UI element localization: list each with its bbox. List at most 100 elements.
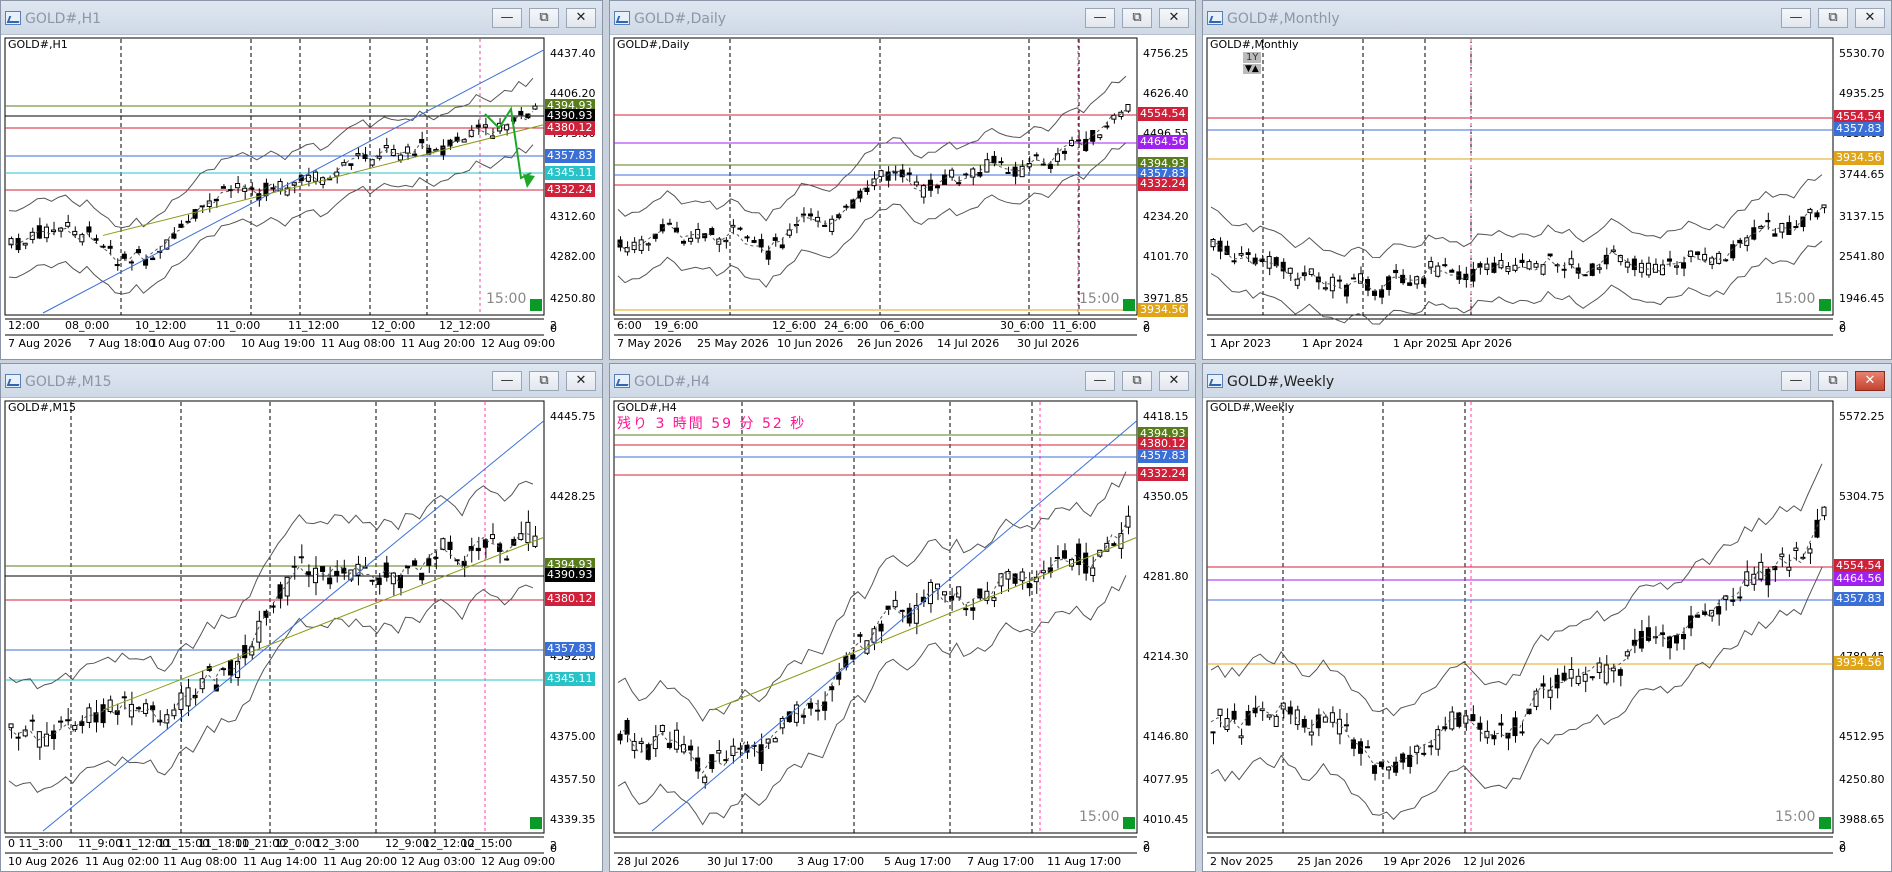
bar-countdown: 15:00 bbox=[1079, 291, 1120, 307]
minimize-button[interactable]: — bbox=[1085, 8, 1115, 28]
chart-plot-area[interactable]: GOLD#,Weekly5572.255304.755042.604780.45… bbox=[1205, 399, 1889, 869]
minimize-button[interactable]: — bbox=[1781, 8, 1811, 28]
date-axis-tick: 10 Aug 07:00 bbox=[151, 337, 226, 350]
window-title: GOLD#,Daily bbox=[634, 11, 727, 27]
chart-plot-area[interactable]: GOLD#,H14437.404406.204375.004343.804312… bbox=[3, 36, 600, 357]
candle bbox=[744, 236, 750, 239]
close-button[interactable]: ✕ bbox=[1159, 371, 1189, 391]
candle bbox=[878, 623, 884, 632]
time-axis-tick: 12_3:00 bbox=[315, 837, 360, 850]
restore-button[interactable]: ⧉ bbox=[1818, 8, 1848, 28]
chart-canvas[interactable] bbox=[1205, 399, 1891, 871]
candle bbox=[412, 153, 418, 156]
candle bbox=[1210, 731, 1216, 734]
candle bbox=[1702, 253, 1708, 261]
minimize-button[interactable]: — bbox=[492, 8, 522, 28]
chart-canvas[interactable] bbox=[612, 36, 1195, 359]
chart-canvas[interactable] bbox=[3, 399, 602, 871]
date-axis-tick: 30 Jul 2026 bbox=[1017, 337, 1080, 350]
chart-plot-area[interactable]: GOLD#,Monthly1Y▼▲5530.704935.254339.8037… bbox=[1205, 36, 1889, 357]
candle bbox=[1456, 712, 1462, 727]
candle bbox=[298, 556, 304, 559]
candle bbox=[1575, 675, 1581, 685]
chart-window-monthly[interactable]: GOLD#,Monthly — ⧉ ✕ GOLD#,Monthly 1Y ▼▲ 5530.70… bbox=[1202, 0, 1892, 360]
price-axis-tick: 0 bbox=[550, 842, 557, 855]
candle bbox=[1695, 251, 1701, 256]
candle bbox=[1463, 273, 1469, 281]
candle bbox=[1470, 714, 1476, 722]
candle bbox=[1758, 225, 1764, 229]
restore-button[interactable]: ⧉ bbox=[529, 8, 559, 28]
candle bbox=[1659, 264, 1665, 276]
candle bbox=[489, 534, 496, 540]
minimize-button[interactable]: — bbox=[1781, 371, 1811, 391]
candle bbox=[1428, 261, 1434, 268]
title-bar: GOLD#,H4 — ⧉ ✕ bbox=[610, 364, 1195, 398]
date-axis-tick: 11 Aug 17:00 bbox=[1047, 855, 1122, 868]
bar-countdown: 15:00 bbox=[1775, 809, 1816, 825]
close-button[interactable]: ✕ bbox=[1159, 8, 1189, 28]
time-axis-tick: 12_6:00 bbox=[772, 319, 817, 332]
candle bbox=[1245, 252, 1251, 256]
bollinger-lower bbox=[8, 584, 534, 793]
chart-canvas[interactable] bbox=[1205, 36, 1891, 359]
candle bbox=[1624, 261, 1630, 268]
trade-indicator bbox=[1123, 817, 1135, 829]
chart-window-h1[interactable]: GOLD#,H1—⧉✕GOLD#,H14437.404406.204375.00… bbox=[0, 0, 603, 360]
restore-button[interactable]: ⧉ bbox=[1122, 371, 1152, 391]
trade-indicator bbox=[1819, 817, 1831, 829]
candle bbox=[1421, 752, 1427, 755]
close-button[interactable]: ✕ bbox=[1855, 371, 1885, 391]
price-level-label: 4357.83 bbox=[545, 149, 595, 163]
date-axis-tick: 11 Aug 08:00 bbox=[321, 337, 396, 350]
candle bbox=[334, 570, 340, 576]
candle bbox=[645, 243, 651, 246]
date-axis-tick: 1 Apr 2026 bbox=[1451, 337, 1513, 350]
price-axis-tick: 4357.50 bbox=[550, 773, 596, 786]
candle bbox=[1793, 547, 1799, 551]
date-axis-tick: 12 Aug 09:00 bbox=[481, 337, 556, 350]
close-button[interactable]: ✕ bbox=[566, 371, 596, 391]
minimize-button[interactable]: — bbox=[1085, 371, 1115, 391]
candle bbox=[22, 242, 28, 246]
candle bbox=[645, 744, 651, 760]
chart-canvas[interactable] bbox=[3, 36, 602, 359]
candle bbox=[341, 567, 347, 574]
close-button[interactable]: ✕ bbox=[566, 8, 596, 28]
close-button[interactable]: ✕ bbox=[1855, 8, 1885, 28]
chart-window-weekly[interactable]: GOLD#,Weekly — ⧉ ✕ GOLD#,Weekly 5572.25 5304.7… bbox=[1202, 363, 1892, 872]
restore-button[interactable]: ⧉ bbox=[529, 371, 559, 391]
minimize-button[interactable]: — bbox=[492, 371, 522, 391]
time-axis-tick: 06_6:00 bbox=[880, 319, 925, 332]
candle bbox=[1040, 570, 1046, 574]
price-level-label: 4464.56 bbox=[1138, 135, 1188, 149]
candle bbox=[1681, 262, 1687, 269]
scroll-arrows[interactable]: ▼▲ bbox=[1243, 64, 1261, 74]
chart-canvas[interactable] bbox=[612, 399, 1195, 871]
candle bbox=[1603, 664, 1609, 684]
chart-plot-area[interactable]: GOLD#,Daily4756.254626.404496.554366.704… bbox=[612, 36, 1193, 357]
candle bbox=[1365, 746, 1371, 749]
chart-window-h4[interactable]: GOLD#,H4 — ⧉ ✕ GOLD#,H4 残り 3 時間 59 分 52 秒 4418… bbox=[609, 363, 1196, 872]
candle bbox=[991, 155, 997, 164]
candle bbox=[1463, 715, 1469, 724]
chart-plot-area[interactable]: GOLD#,M154445.754428.254410.004392.50437… bbox=[3, 399, 600, 869]
candle bbox=[864, 187, 870, 193]
candle bbox=[1674, 635, 1680, 644]
candle bbox=[1231, 260, 1237, 263]
restore-button[interactable]: ⧉ bbox=[1818, 371, 1848, 391]
chart-window-daily[interactable]: GOLD#,Daily — ⧉ ✕ GOLD#,Daily 4756.25 4626.40 4… bbox=[609, 0, 1196, 360]
chart-window-m15[interactable]: GOLD#,M15 — ⧉ ✕ GOLD#,M154445.754428.254410.… bbox=[0, 363, 603, 872]
candle bbox=[171, 233, 177, 239]
candle bbox=[65, 719, 71, 722]
period-button[interactable]: 1Y bbox=[1243, 52, 1262, 63]
chart-plot-area[interactable]: GOLD#,H4 残り 3 時間 59 分 52 秒 4418.15 4350.05 4… bbox=[612, 399, 1193, 869]
candle bbox=[956, 182, 962, 185]
candle bbox=[1716, 606, 1722, 615]
candle bbox=[185, 687, 191, 707]
trend-line-blue bbox=[42, 420, 545, 832]
restore-button[interactable]: ⧉ bbox=[1122, 8, 1152, 28]
candle bbox=[822, 224, 828, 227]
symbol-label: GOLD#,M15 bbox=[8, 401, 76, 414]
candle bbox=[1054, 557, 1060, 560]
